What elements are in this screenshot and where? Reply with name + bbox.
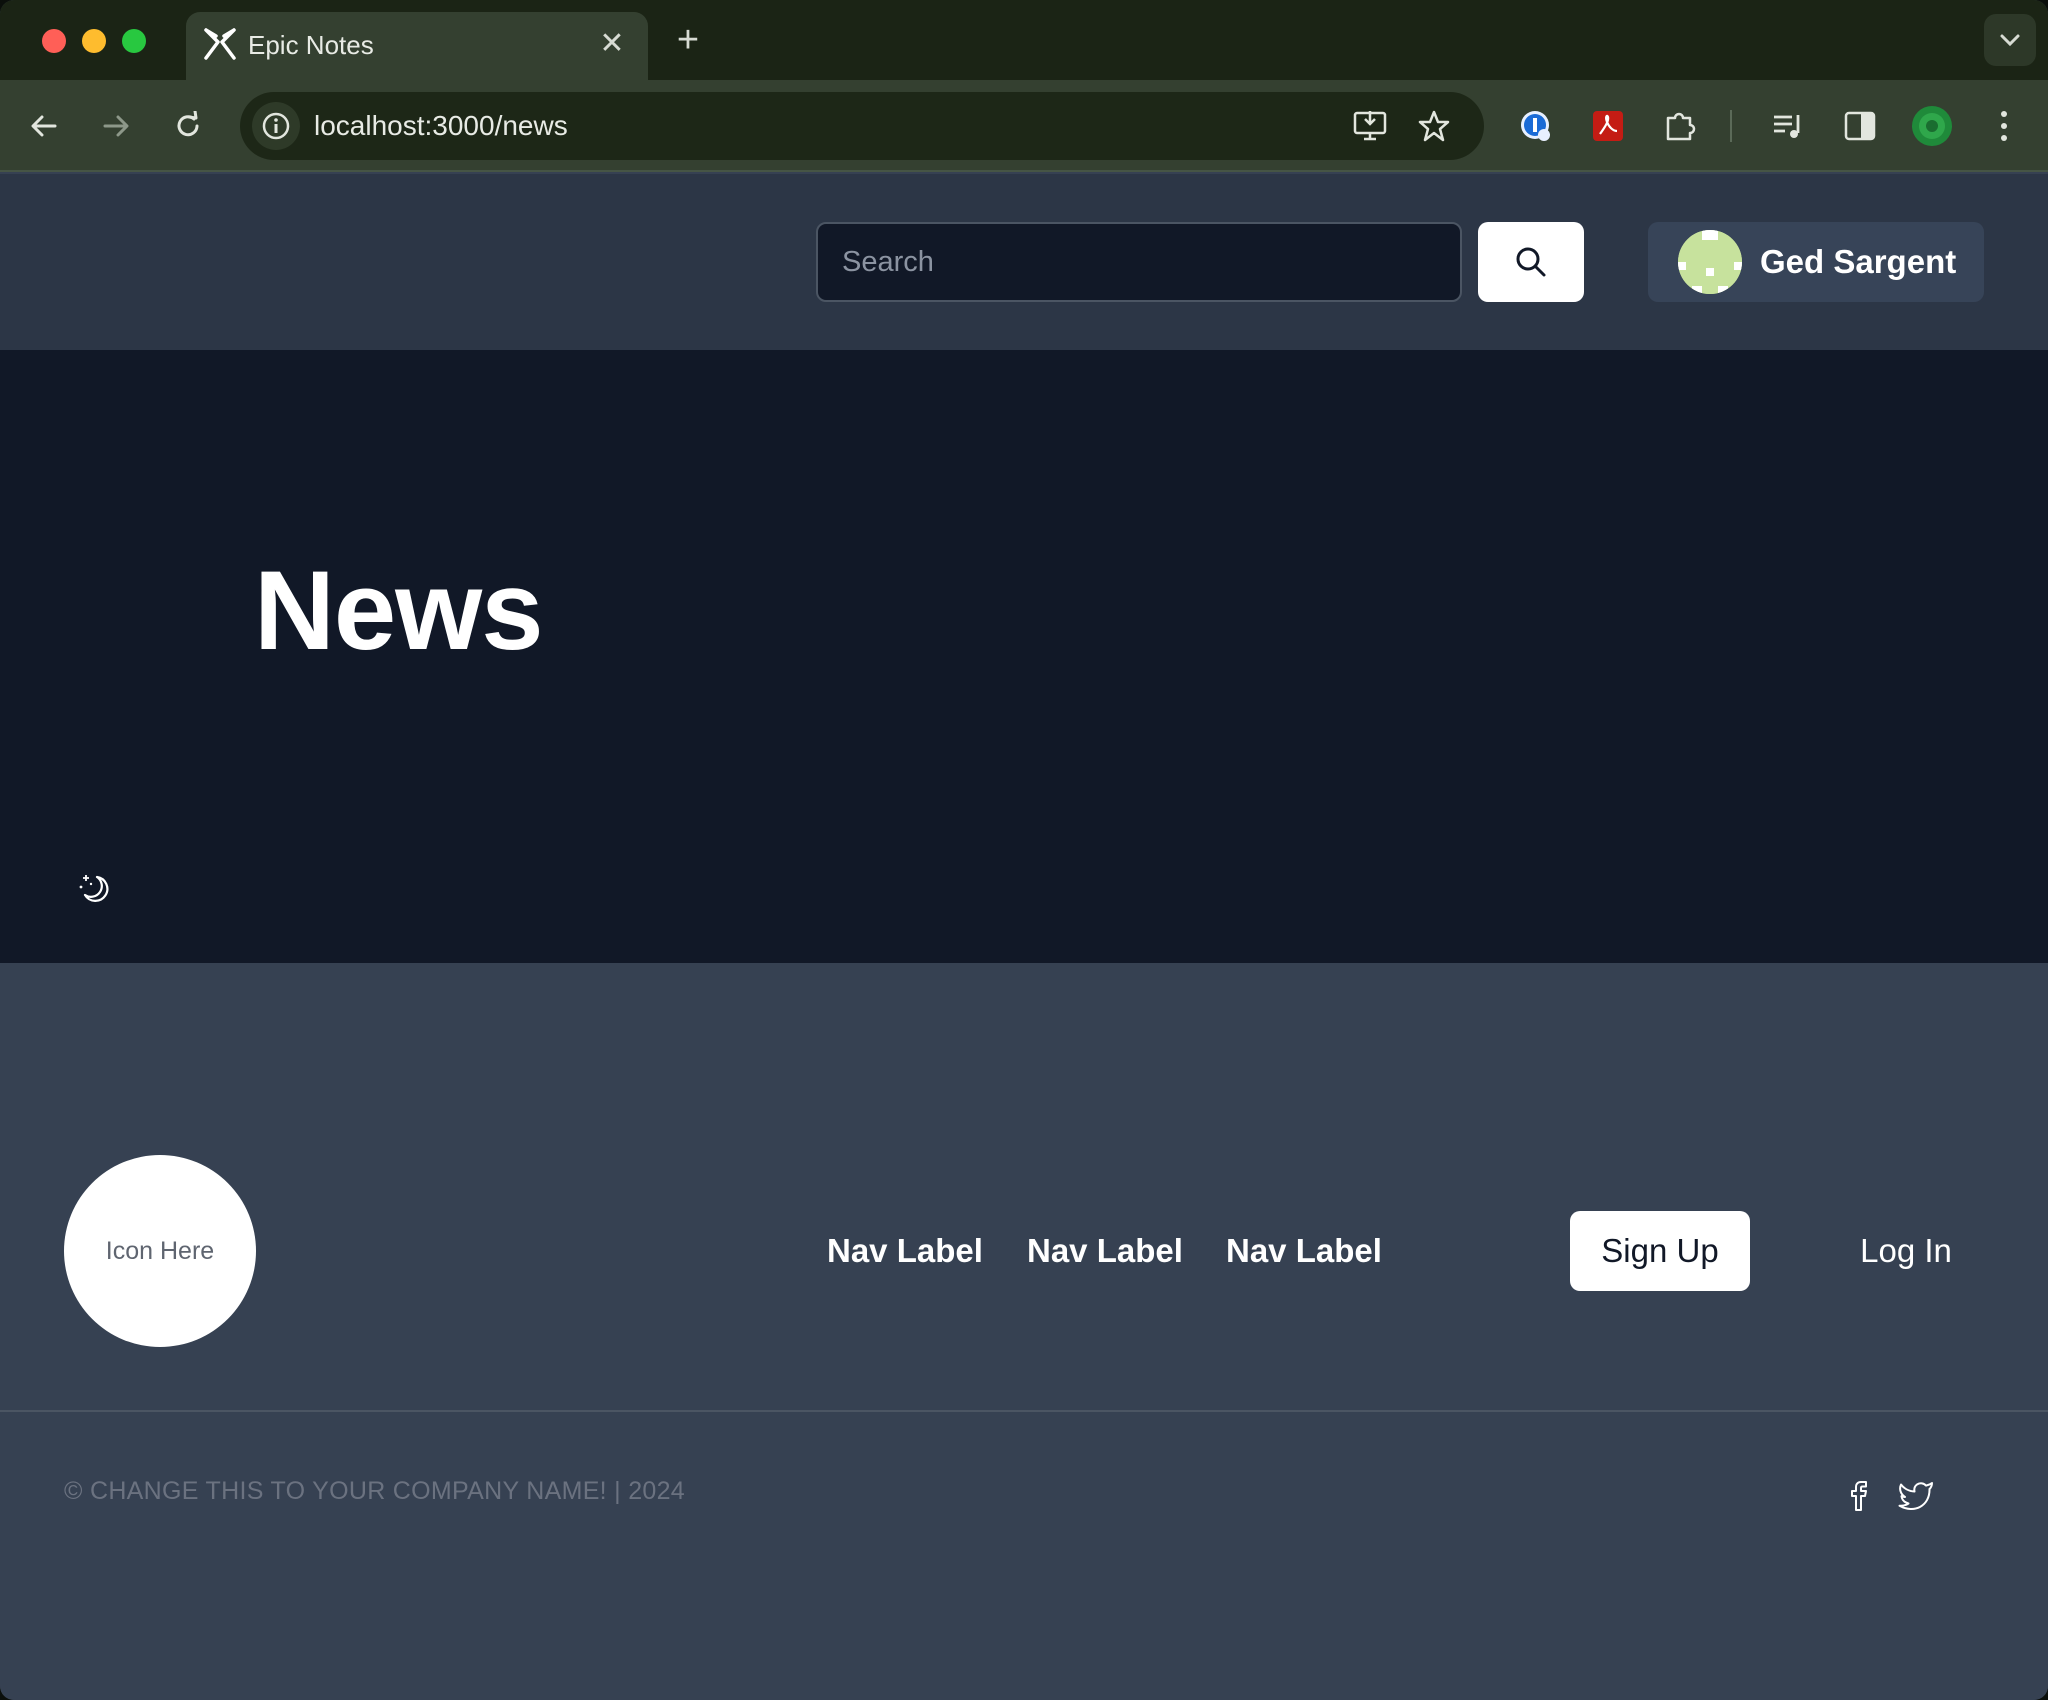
browser-toolbar: localhost:3000/news (0, 80, 2048, 172)
reload-icon (177, 111, 199, 137)
install-app-icon[interactable] (1348, 104, 1392, 148)
footer-nav-link-3[interactable]: Nav Label (1226, 1229, 1382, 1273)
arrow-right-icon (103, 115, 129, 137)
chevron-down-icon (2000, 34, 2020, 46)
pdf-extension-icon[interactable] (1586, 104, 1630, 148)
twitter-icon[interactable] (1896, 1475, 1936, 1515)
sign-up-button[interactable]: Sign Up (1570, 1211, 1750, 1291)
new-tab-button[interactable]: + (668, 20, 708, 60)
arrow-left-icon (31, 115, 57, 137)
forward-button[interactable] (94, 104, 138, 148)
profile-avatar-icon[interactable] (1910, 104, 1954, 148)
footer-nav-link-1[interactable]: Nav Label (827, 1229, 983, 1273)
zoom-window-button[interactable] (122, 29, 146, 53)
theme-toggle-button[interactable] (76, 870, 114, 908)
url-text: localhost:3000/news (314, 110, 568, 141)
moon-stars-icon (79, 875, 109, 902)
media-control-icon[interactable] (1766, 104, 1810, 148)
tab-strip: Epic Notes ✕ + (0, 0, 2048, 80)
tab-search-button[interactable] (1984, 14, 2036, 66)
log-in-button[interactable]: Log In (1840, 1211, 1972, 1291)
search-button[interactable] (1478, 222, 1584, 302)
browser-tab[interactable]: Epic Notes ✕ (186, 12, 648, 80)
tab-close-icon[interactable]: ✕ (594, 26, 630, 62)
close-window-button[interactable] (42, 29, 66, 53)
footer-divider (0, 1410, 2048, 1412)
bookmark-star-icon[interactable] (1412, 104, 1456, 148)
search-input[interactable] (816, 222, 1462, 302)
search-icon (1516, 247, 1546, 277)
logo-placeholder[interactable]: Icon Here (64, 1155, 256, 1347)
minimize-window-button[interactable] (82, 29, 106, 53)
back-button[interactable] (22, 104, 66, 148)
avatar (1678, 230, 1742, 294)
page-title: News (254, 548, 544, 673)
site-header: Ged Sargent (0, 174, 2048, 350)
footer-nav-link-2[interactable]: Nav Label (1027, 1229, 1183, 1273)
password-manager-extension-icon[interactable] (1514, 104, 1558, 148)
user-menu-button[interactable]: Ged Sargent (1648, 222, 1984, 302)
site-info-icon[interactable] (252, 102, 300, 150)
extensions-puzzle-icon[interactable] (1658, 104, 1702, 148)
site-footer: Icon Here Nav Label Nav Label Nav Label … (0, 963, 2048, 1700)
hero-section: News (0, 350, 2048, 963)
copyright-text: © CHANGE THIS TO YOUR COMPANY NAME! | 20… (64, 1477, 686, 1505)
epic-notes-favicon-icon (204, 28, 236, 60)
toolbar-separator (1730, 110, 1732, 142)
tab-title: Epic Notes (248, 30, 374, 60)
browser-window: Epic Notes ✕ + localhost:3000/news Searc… (0, 0, 2048, 1700)
browser-menu-icon[interactable] (1982, 104, 2026, 148)
side-panel-icon[interactable] (1838, 104, 1882, 148)
facebook-icon[interactable] (1840, 1475, 1880, 1515)
user-name: Ged Sargent (1760, 243, 1957, 280)
address-bar[interactable]: localhost:3000/news (240, 92, 1484, 160)
logo-text: Icon Here (105, 1236, 215, 1265)
reload-button[interactable] (166, 104, 210, 148)
